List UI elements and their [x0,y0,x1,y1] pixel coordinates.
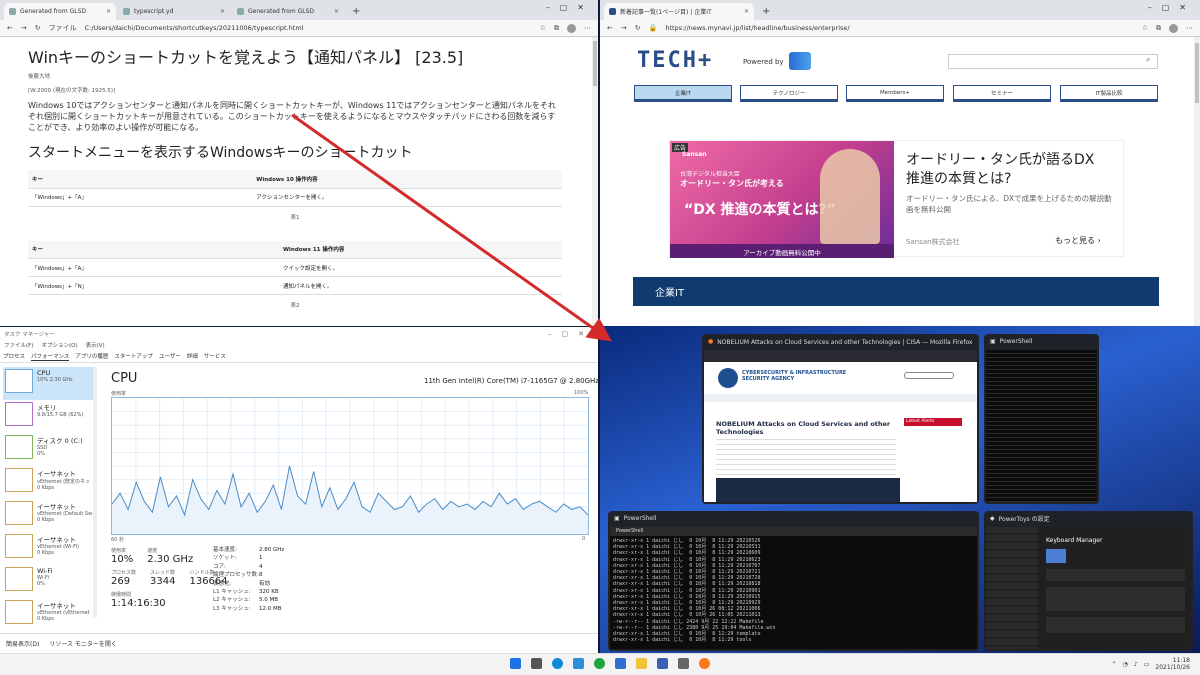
edge-icon[interactable] [552,658,563,669]
vscode-icon[interactable] [573,658,584,669]
clock[interactable]: 11:18 2021/10/26 [1155,657,1190,671]
taskbar-apps [510,658,710,669]
start-icon[interactable] [510,658,521,669]
task-manager-icon[interactable] [657,658,668,669]
firefox-icon[interactable] [699,658,710,669]
chevron-up-icon[interactable]: ⌃ [1112,661,1117,668]
taskbar: ⌃ ◔ ♪ ▭ 11:18 2021/10/26 [0,653,1200,675]
volume-icon[interactable]: ♪ [1134,661,1138,668]
network-icon[interactable]: ◔ [1123,661,1128,668]
settings-icon[interactable] [678,658,689,669]
annotation-arrow [291,113,612,342]
battery-icon[interactable]: ▭ [1144,661,1150,668]
line-icon[interactable] [594,658,605,669]
system-tray: ⌃ ◔ ♪ ▭ 11:18 2021/10/26 [1112,657,1190,671]
store-icon[interactable] [615,658,626,669]
explorer-icon[interactable] [636,658,647,669]
terminal-icon[interactable] [531,658,542,669]
